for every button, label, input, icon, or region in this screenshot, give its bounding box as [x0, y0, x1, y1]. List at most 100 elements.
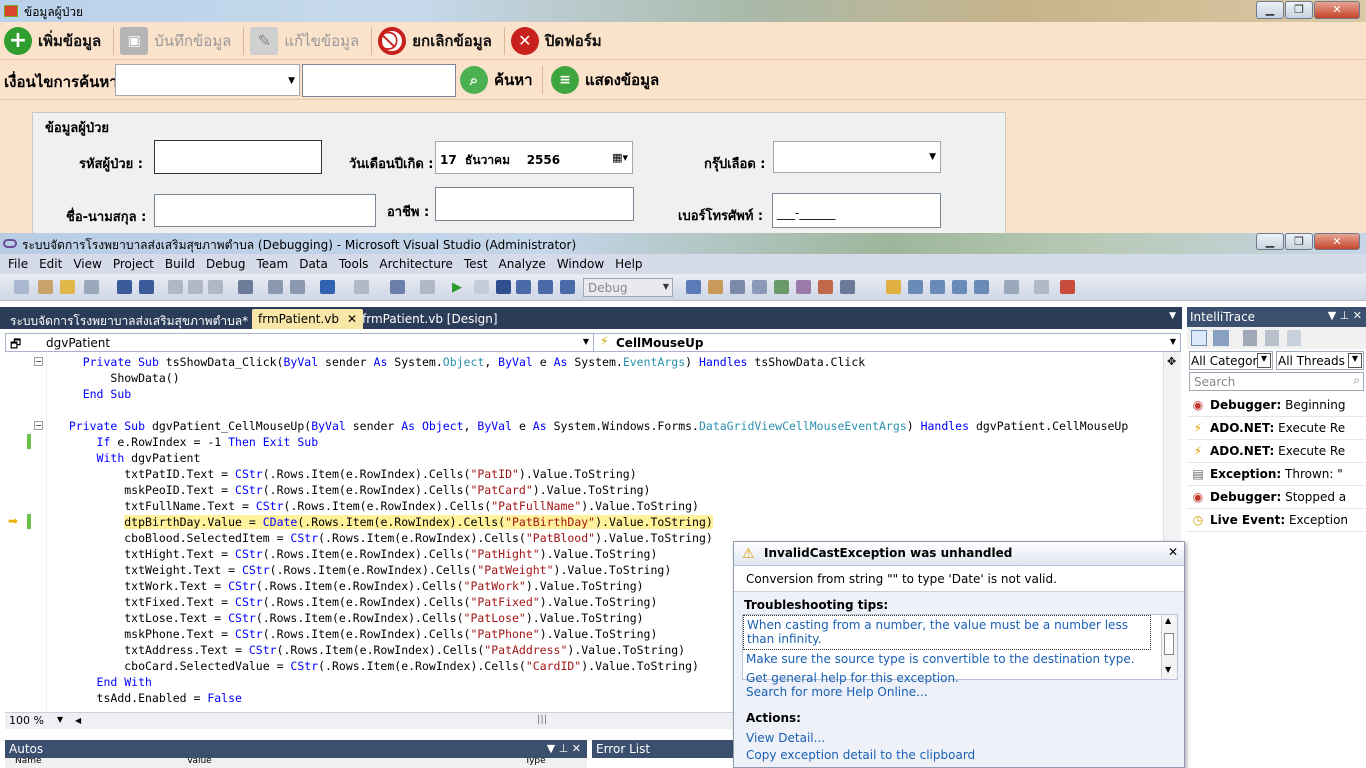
- find-in-files-icon[interactable]: [686, 280, 701, 294]
- birthdate-picker[interactable]: 17 ธันวาคม 2556 ▦▾: [435, 141, 633, 174]
- server-explorer-icon[interactable]: [818, 280, 833, 294]
- find-icon[interactable]: [238, 280, 253, 294]
- collapse-icon[interactable]: −: [34, 357, 43, 366]
- menu-architecture[interactable]: Architecture: [379, 257, 452, 271]
- navigate-back-icon[interactable]: [390, 280, 405, 294]
- menu-analyze[interactable]: Analyze: [499, 257, 546, 271]
- blood-group-combo[interactable]: ▼: [773, 141, 941, 173]
- error-list-title[interactable]: Error List: [596, 742, 650, 756]
- autos-col-name[interactable]: Name: [15, 758, 42, 766]
- tips-scrollbar[interactable]: ▲ ▼: [1161, 615, 1177, 679]
- settings-icon[interactable]: [1287, 330, 1301, 346]
- scroll-thumb-grip-icon[interactable]: |||: [537, 714, 547, 725]
- add-button[interactable]: + เพิ่มข้อมูล: [2, 25, 109, 57]
- search-condition-combo[interactable]: ▼: [115, 64, 300, 96]
- class-view-icon[interactable]: [840, 280, 855, 294]
- step-out-icon[interactable]: [560, 280, 575, 294]
- add-item-icon[interactable]: [38, 280, 53, 294]
- edit-button[interactable]: ✎ แก้ไขข้อมูล: [248, 25, 367, 57]
- autos-col-type[interactable]: Type: [525, 758, 546, 766]
- continue-icon[interactable]: ▶: [452, 280, 467, 295]
- collapse-icon[interactable]: −: [34, 421, 43, 430]
- thread-filter-combo[interactable]: All Threads ▼: [1276, 351, 1364, 370]
- intellitrace-event[interactable]: ⚡ ADO.NET: Execute Re: [1187, 417, 1366, 440]
- patient-id-input[interactable]: [154, 140, 322, 174]
- copy-exception-link[interactable]: Copy exception detail to the clipboard: [734, 745, 1184, 762]
- extension-icon[interactable]: [1060, 280, 1075, 294]
- step-into-icon[interactable]: [516, 280, 531, 294]
- step-over-icon[interactable]: [538, 280, 553, 294]
- zoom-dropdown-icon[interactable]: ▼: [57, 715, 63, 724]
- tip-link[interactable]: When casting from a number, the value mu…: [743, 615, 1151, 650]
- intellitrace-event[interactable]: ⚡ ADO.NET: Execute Re: [1187, 440, 1366, 463]
- scroll-thumb[interactable]: [1164, 633, 1174, 655]
- view-detail-link[interactable]: View Detail...: [734, 727, 1184, 745]
- menu-edit[interactable]: Edit: [39, 257, 62, 271]
- search-button[interactable]: ⌕ ค้นหา: [460, 66, 533, 94]
- team-explorer-icon[interactable]: [796, 280, 811, 294]
- menu-help[interactable]: Help: [615, 257, 642, 271]
- menu-project[interactable]: Project: [113, 257, 154, 271]
- intellitrace-event[interactable]: ◷ Live Event: Exception: [1187, 509, 1366, 532]
- menu-tools[interactable]: Tools: [339, 257, 369, 271]
- toolbox-icon[interactable]: [774, 280, 789, 294]
- method-combo[interactable]: ⚡ CellMouseUp ▼: [596, 334, 1180, 351]
- class-combo[interactable]: 🗗 dgvPatient ▼: [6, 334, 594, 351]
- menu-view[interactable]: View: [73, 257, 101, 271]
- new-project-icon[interactable]: [14, 280, 29, 294]
- cut-icon[interactable]: [168, 280, 183, 294]
- tab-frmpatient-design[interactable]: frmPatient.vb [Design]: [356, 309, 504, 329]
- search-keyword-input[interactable]: [302, 64, 456, 97]
- breakpoints-icon[interactable]: [930, 280, 945, 294]
- phone-input[interactable]: ___-______: [772, 193, 941, 228]
- output-icon[interactable]: [908, 280, 923, 294]
- tab-solution[interactable]: ระบบจัดการโรงพยาบาลส่งเสริมสุขภาพตำบล*: [4, 309, 254, 329]
- refresh-icon[interactable]: [1265, 330, 1279, 346]
- vs-maximize-button[interactable]: ❐: [1285, 233, 1313, 250]
- close-window-button[interactable]: ✕: [1314, 1, 1360, 19]
- solution-icon[interactable]: [84, 280, 99, 294]
- split-handle-icon[interactable]: ✥: [1167, 355, 1176, 368]
- intellitrace-event[interactable]: ◉ Debugger: Stopped a: [1187, 486, 1366, 509]
- save-all-icon[interactable]: [139, 280, 154, 294]
- tip-link[interactable]: Make sure the source type is convertible…: [743, 650, 1177, 669]
- scroll-left-icon[interactable]: ◀: [75, 716, 81, 725]
- scroll-up-icon[interactable]: ▲: [1165, 616, 1171, 625]
- menu-test[interactable]: Test: [464, 257, 488, 271]
- open-log-icon[interactable]: [1243, 330, 1257, 346]
- panel-controls-icon[interactable]: ▼ ⊥ ✕: [1328, 309, 1362, 322]
- menu-data[interactable]: Data: [299, 257, 328, 271]
- events-view-icon[interactable]: [1191, 330, 1207, 346]
- bookmark-icon[interactable]: [886, 280, 901, 294]
- watch-icon[interactable]: [952, 280, 967, 294]
- maximize-button[interactable]: ❐: [1285, 1, 1313, 19]
- attach-icon[interactable]: [1034, 280, 1049, 294]
- scroll-down-icon[interactable]: ▼: [1165, 665, 1171, 674]
- save-button[interactable]: ▣ บันทึกข้อมูล: [118, 25, 239, 57]
- intellitrace-event[interactable]: ◉ Debugger: Beginning: [1187, 394, 1366, 417]
- tip-link[interactable]: Get general help for this exception.: [743, 669, 1177, 688]
- solution-config-combo[interactable]: Debug ▼: [583, 278, 673, 297]
- vs-minimize-button[interactable]: ▁: [1256, 233, 1284, 250]
- pause-icon[interactable]: [474, 280, 489, 294]
- stop-icon[interactable]: [496, 280, 511, 294]
- intellitrace-search-input[interactable]: Search ⌕: [1189, 372, 1364, 391]
- undo-icon[interactable]: [320, 280, 335, 294]
- menu-file[interactable]: File: [8, 257, 28, 271]
- paste-icon[interactable]: [208, 280, 223, 294]
- panel-controls-icon[interactable]: ▼ ⊥ ✕: [547, 742, 581, 755]
- menu-build[interactable]: Build: [165, 257, 195, 271]
- copy-icon[interactable]: [188, 280, 203, 294]
- properties-icon[interactable]: [730, 280, 745, 294]
- category-filter-combo[interactable]: All Categor ▼: [1189, 351, 1273, 370]
- close-icon[interactable]: ✕: [1168, 545, 1178, 559]
- object-browser-icon[interactable]: [752, 280, 767, 294]
- tab-dropdown-icon[interactable]: ▼: [1169, 311, 1176, 321]
- open-file-icon[interactable]: [60, 280, 75, 294]
- show-data-button[interactable]: ≡ แสดงข้อมูล: [551, 66, 659, 94]
- redo-icon[interactable]: [354, 280, 369, 294]
- occupation-input[interactable]: [435, 187, 634, 221]
- close-form-button[interactable]: ✕ ปิดฟอร์ม: [509, 25, 610, 57]
- zoom-icon[interactable]: [1004, 280, 1019, 294]
- zoom-level[interactable]: 100 %: [9, 714, 44, 727]
